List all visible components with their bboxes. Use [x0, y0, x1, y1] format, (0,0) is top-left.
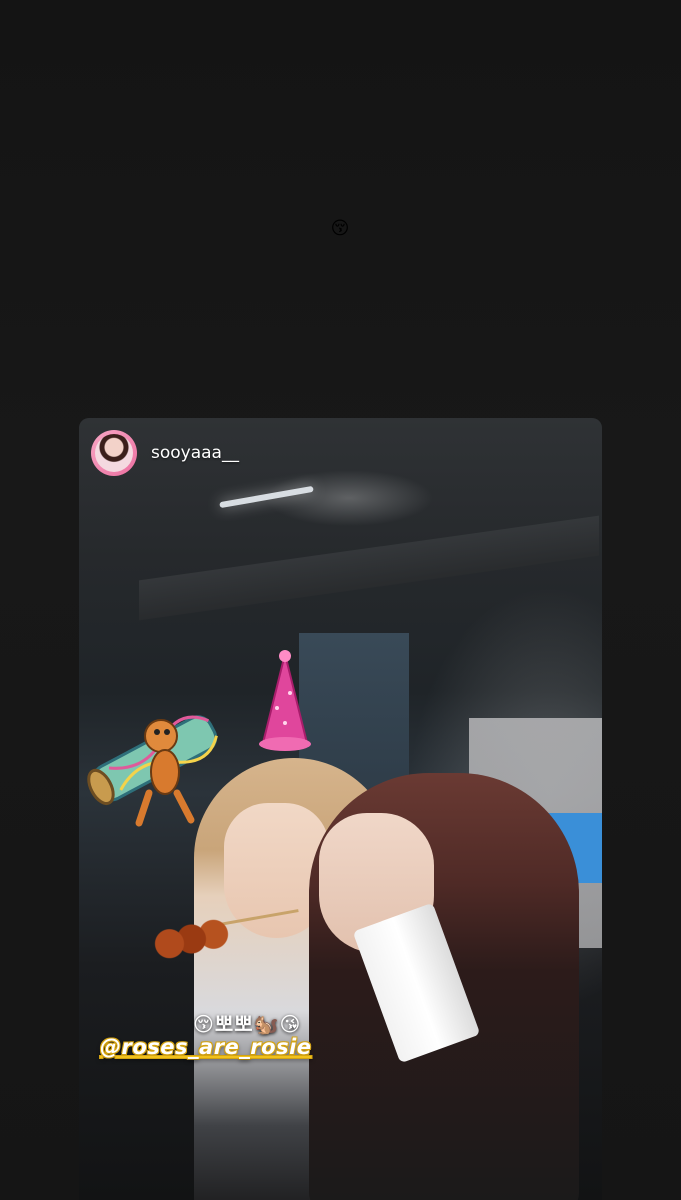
avatar-image: [95, 434, 133, 472]
story-screen: 😚 sooyaaa__ 😚뽀뽀🐿️😘 @roses_are_rosie: [0, 0, 681, 1200]
top-kiss-emoji: 😚: [330, 218, 350, 239]
ceiling-light: [219, 485, 314, 509]
post-username[interactable]: sooyaaa__: [151, 443, 239, 463]
profile-avatar[interactable]: [91, 430, 137, 476]
mention-tag[interactable]: @roses_are_rosie: [100, 1035, 312, 1059]
ceiling-beam: [139, 515, 599, 621]
post-header[interactable]: sooyaaa__: [91, 430, 239, 476]
caption-text: 😚뽀뽀🐿️😘: [193, 1012, 302, 1036]
party-hat-sticker-icon: [259, 650, 311, 751]
chipmunk-sticker-icon: [87, 715, 218, 827]
shared-post-card[interactable]: sooyaaa__: [79, 418, 602, 1200]
